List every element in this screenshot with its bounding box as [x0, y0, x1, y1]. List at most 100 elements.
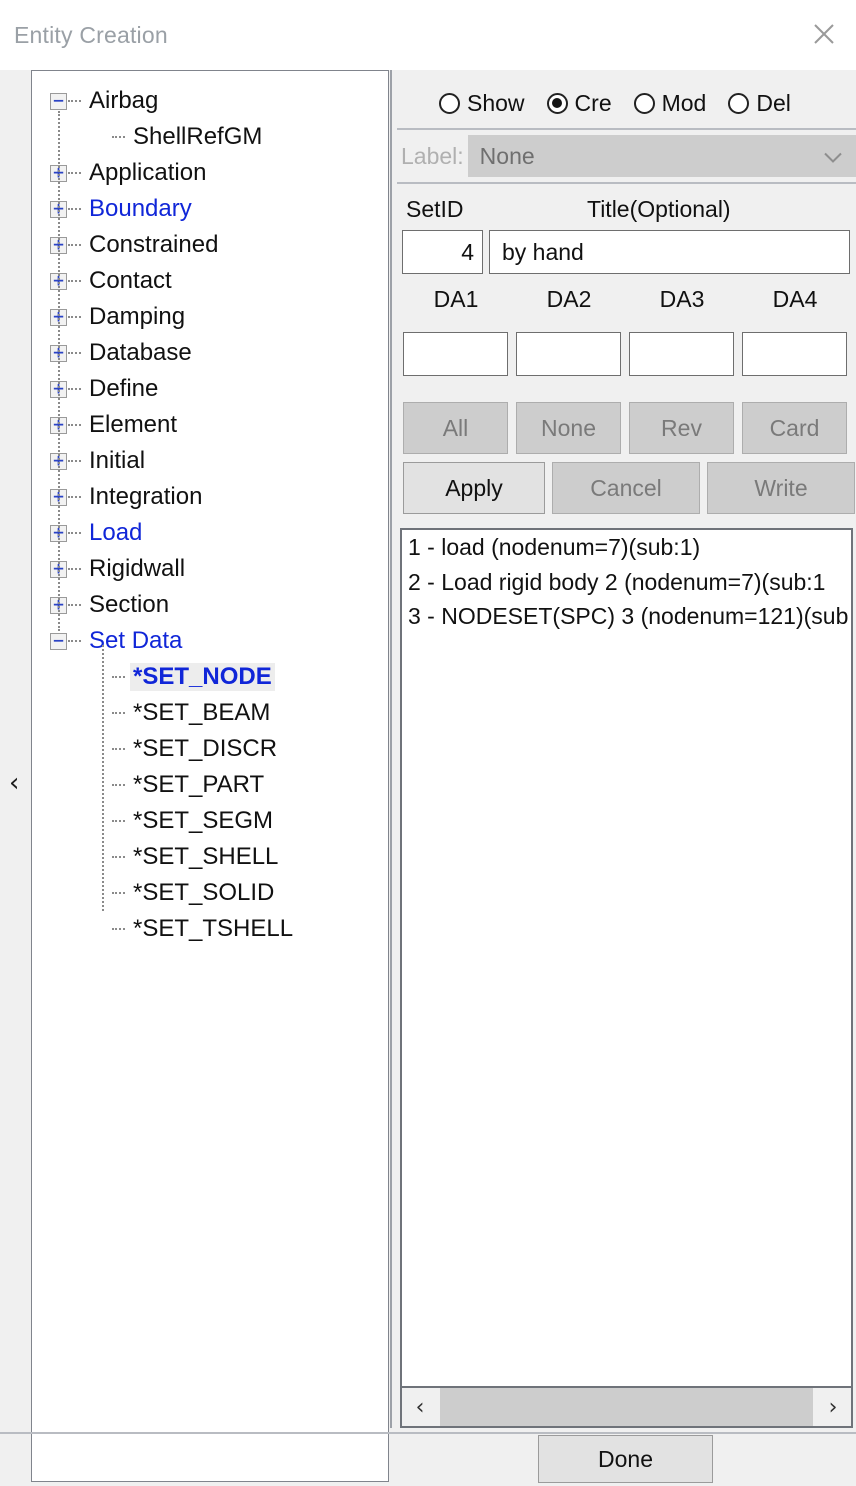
- tree-node-label: Element: [89, 411, 178, 438]
- mode-radio-group[interactable]: Show Cre Mod Del: [397, 82, 856, 124]
- tree-connector: [112, 783, 125, 787]
- tree-node-label: *SET_SOLID: [133, 879, 275, 906]
- chevron-left-icon: ‹: [9, 768, 20, 798]
- mode-radio-show[interactable]: Show: [439, 90, 525, 117]
- entity-tree[interactable]: − Airbag ShellRefGM + Application + Boundary + C…: [31, 70, 389, 1482]
- tree-connector: [68, 531, 81, 535]
- tree-connector: [112, 927, 125, 931]
- radio-icon: [546, 92, 568, 114]
- tree-node[interactable]: *SET_SOLID: [32, 875, 388, 911]
- button-apply[interactable]: Apply: [403, 462, 545, 514]
- da-input-4[interactable]: [742, 332, 847, 376]
- tree-connector: [68, 603, 81, 607]
- tree-node[interactable]: *SET_SHELL: [32, 839, 388, 875]
- tree-node-label: *SET_DISCR: [133, 735, 278, 762]
- horizontal-scrollbar[interactable]: ‹ ›: [400, 1388, 853, 1428]
- tree-node[interactable]: + Damping: [32, 299, 388, 335]
- tree-node[interactable]: + Define: [32, 371, 388, 407]
- radio-icon: [633, 92, 655, 114]
- tree-node[interactable]: + Database: [32, 335, 388, 371]
- button-all: All: [403, 402, 508, 454]
- mode-radio-label: Mod: [661, 89, 707, 116]
- tree-connector: [112, 891, 125, 895]
- tree-connector: [112, 747, 125, 751]
- mode-radio-label: Del: [756, 89, 791, 116]
- tree-node-label: Airbag: [89, 87, 159, 114]
- tree-node[interactable]: + Contact: [32, 263, 388, 299]
- title-header: Title(Optional): [587, 196, 731, 222]
- tree-node-label: *SET_PART: [133, 771, 265, 798]
- da-header-2: DA2: [546, 286, 592, 312]
- tree-node[interactable]: + Element: [32, 407, 388, 443]
- label-select[interactable]: None: [467, 135, 856, 177]
- tree-node[interactable]: + Application: [32, 155, 388, 191]
- tree-node[interactable]: *SET_SEGM: [32, 803, 388, 839]
- tree-node[interactable]: + Constrained: [32, 227, 388, 263]
- radio-icon: [728, 92, 750, 114]
- scroll-left-button[interactable]: ‹: [402, 1388, 438, 1426]
- tree-collapse-icon[interactable]: −: [50, 92, 67, 110]
- label-row: Label: None: [397, 134, 856, 178]
- tree-connector: [68, 243, 81, 247]
- mode-radio-mod[interactable]: Mod: [633, 89, 707, 117]
- tree-node[interactable]: *SET_BEAM: [32, 695, 388, 731]
- tree-connector: [68, 99, 81, 103]
- tree-connector: [112, 711, 125, 715]
- tree-node-label: Boundary: [89, 195, 192, 222]
- done-button[interactable]: Done: [538, 1435, 713, 1483]
- list-item[interactable]: 2 - Load rigid body 2 (nodenum=7)(sub:1: [402, 565, 851, 600]
- tree-node-label: Initial: [89, 447, 146, 474]
- mode-radio-cre[interactable]: Cre: [546, 90, 612, 117]
- entity-editor-panel: Show Cre Mod Del Label: None SetID Title(Op…: [397, 70, 856, 1486]
- tree-node-label: *SET_NODE: [130, 663, 275, 691]
- list-item[interactable]: 1 - load (nodenum=7)(sub:1): [402, 530, 851, 565]
- form-headers: SetID Title(Optional): [397, 196, 856, 226]
- window-titlebar: Entity Creation: [0, 0, 856, 71]
- list-item[interactable]: 3 - NODESET(SPC) 3 (nodenum=121)(sub: [402, 599, 851, 634]
- scroll-right-button[interactable]: ›: [815, 1388, 851, 1426]
- divider-above-label: [397, 128, 856, 130]
- tree-node-label: Rigidwall: [89, 555, 186, 582]
- tree-node[interactable]: + Load: [32, 515, 388, 551]
- tree-node[interactable]: *SET_PART: [32, 767, 388, 803]
- tree-node[interactable]: − Set Data: [32, 623, 388, 659]
- tree-node[interactable]: *SET_TSHELL: [32, 911, 388, 947]
- tree-node[interactable]: *SET_NODE: [32, 659, 388, 695]
- scrollbar-thumb[interactable]: [440, 1388, 813, 1426]
- tree-node-label: Integration: [89, 483, 203, 510]
- tree-connector: [68, 279, 81, 283]
- tree-rail: [58, 111, 60, 631]
- tree-collapse-icon[interactable]: −: [50, 631, 67, 650]
- tree-node[interactable]: + Boundary: [32, 191, 388, 227]
- da-input-3[interactable]: [629, 332, 734, 376]
- da-input-2[interactable]: [516, 332, 621, 376]
- mode-radio-del[interactable]: Del: [728, 90, 791, 117]
- title-input[interactable]: by hand: [489, 230, 850, 274]
- tree-node[interactable]: + Integration: [32, 479, 388, 515]
- panel-collapse-button[interactable]: ‹: [0, 70, 31, 1486]
- tree-node[interactable]: + Rigidwall: [32, 551, 388, 587]
- tree-connector: [68, 423, 81, 427]
- close-button[interactable]: [798, 10, 850, 58]
- label-select-value: None: [479, 142, 535, 169]
- expander-glyph: −: [52, 631, 65, 650]
- button-cancel: Cancel: [552, 462, 700, 514]
- da-input-1[interactable]: [403, 332, 508, 376]
- tree-node-label: Contact: [89, 267, 172, 294]
- tree-node[interactable]: + Initial: [32, 443, 388, 479]
- divider-below-label: [397, 182, 856, 184]
- tree-node-label: Define: [89, 375, 159, 402]
- tree-node-label: ShellRefGM: [133, 123, 263, 150]
- tree-node[interactable]: ShellRefGM: [32, 119, 388, 155]
- dialog-body: ‹ − Airbag ShellRefGM + Application + Boundary…: [0, 70, 856, 1486]
- tree-node[interactable]: + Section: [32, 587, 388, 623]
- tree-node-label: Database: [89, 339, 192, 366]
- entity-list[interactable]: 1 - load (nodenum=7)(sub:1) 2 - Load rigi…: [400, 528, 853, 1388]
- tree-connector: [68, 351, 81, 355]
- tree-connector: [68, 639, 81, 643]
- tree-node[interactable]: *SET_DISCR: [32, 731, 388, 767]
- tree-node[interactable]: − Airbag: [32, 83, 388, 119]
- setid-input[interactable]: 4: [402, 230, 483, 274]
- tree-connector: [112, 855, 125, 859]
- chevron-down-icon: [824, 143, 842, 170]
